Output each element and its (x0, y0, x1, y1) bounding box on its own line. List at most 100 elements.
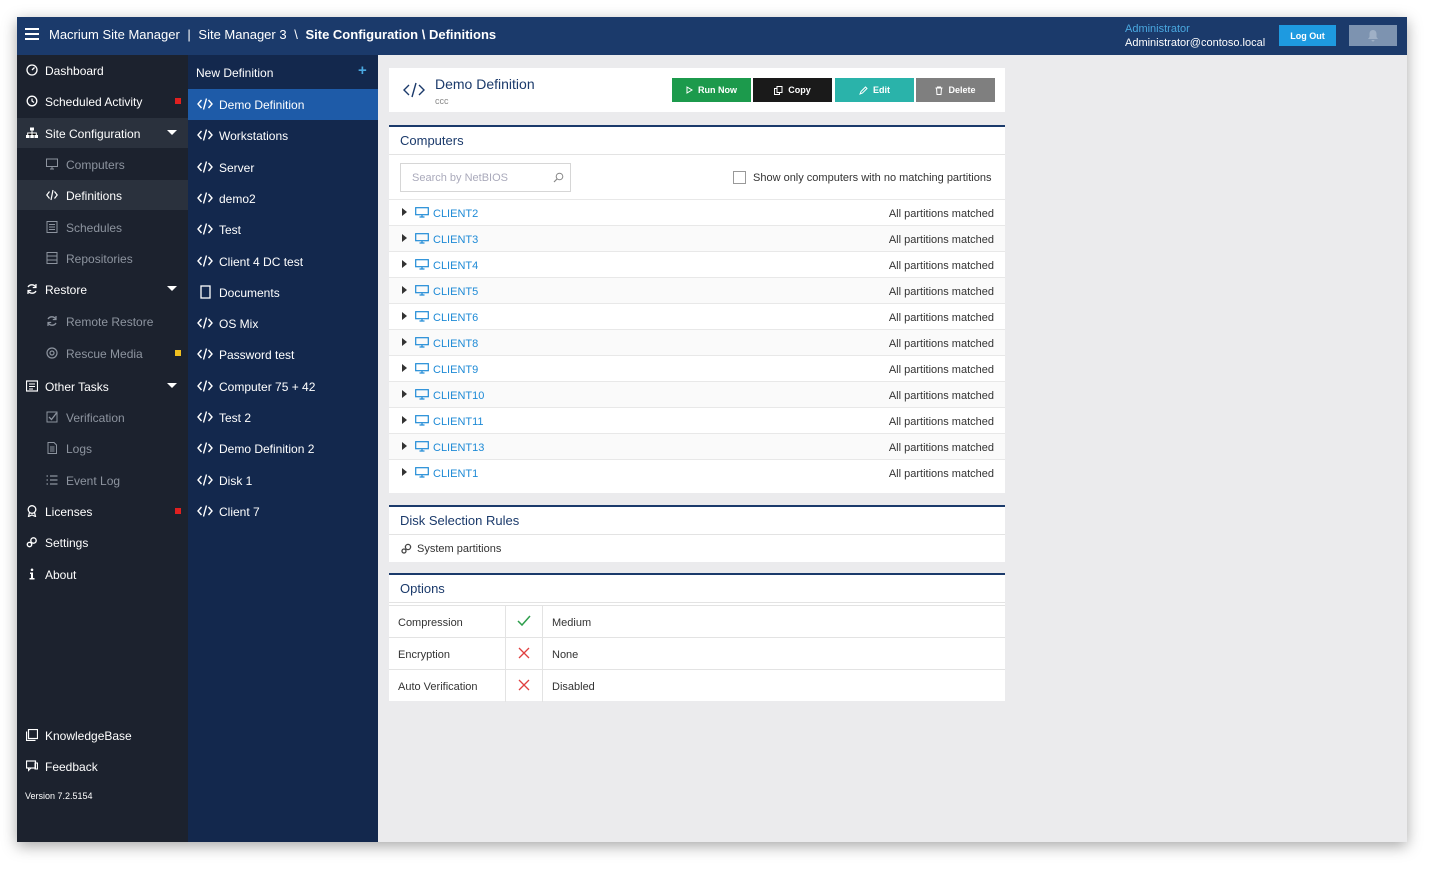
sidebar-item-restore[interactable]: Restore (17, 274, 188, 304)
breadcrumb-site[interactable]: Site Manager 3 (198, 27, 286, 42)
definition-item[interactable]: Demo Definition (188, 89, 378, 120)
sidebar-item-verification[interactable]: Verification (17, 402, 188, 432)
definition-item[interactable]: Client 7 (188, 496, 378, 527)
computer-name-link[interactable]: CLIENT9 (433, 364, 478, 376)
sidebar-item-event-log[interactable]: Event Log (17, 465, 188, 495)
definition-item[interactable]: Documents (188, 277, 378, 308)
definition-item[interactable]: Disk 1 (188, 465, 378, 496)
computer-row[interactable]: CLIENT3 All partitions matched (389, 225, 1005, 251)
definition-item-label: Demo Definition (219, 98, 305, 112)
expand-arrow-icon[interactable] (402, 234, 407, 242)
computer-name-link[interactable]: CLIENT13 (433, 442, 484, 454)
expand-arrow-icon[interactable] (402, 312, 407, 320)
computer-row[interactable]: CLIENT8 All partitions matched (389, 329, 1005, 355)
sidebar-item-schedules[interactable]: Schedules (17, 212, 188, 242)
chevron-down-icon[interactable] (167, 383, 177, 388)
file-icon (46, 442, 58, 454)
options-title: Options (400, 581, 445, 596)
alert-indicator (175, 350, 181, 356)
expand-arrow-icon[interactable] (402, 364, 407, 372)
definition-item[interactable]: Test 2 (188, 402, 378, 433)
no-match-filter-label[interactable]: Show only computers with no matching par… (753, 172, 991, 184)
sidebar-item-licenses[interactable]: Licenses (17, 496, 188, 526)
chevron-down-icon[interactable] (167, 130, 177, 135)
definition-item[interactable]: OS Mix (188, 308, 378, 339)
no-match-filter-checkbox[interactable] (733, 171, 746, 184)
sidebar-item-label: About (45, 568, 77, 582)
definition-item-label: Test 2 (219, 411, 252, 425)
plus-icon[interactable]: + (358, 62, 367, 79)
expand-arrow-icon[interactable] (402, 468, 407, 476)
expand-arrow-icon[interactable] (402, 286, 407, 294)
definition-item[interactable]: Demo Definition 2 (188, 433, 378, 464)
computer-row[interactable]: CLIENT13 All partitions matched (389, 433, 1005, 459)
sidebar-item-knowledgebase[interactable]: KnowledgeBase (17, 720, 188, 750)
run-now-button[interactable]: Run Now (672, 78, 751, 102)
sidebar-item-label: Settings (45, 536, 89, 550)
computer-row[interactable]: CLIENT2 All partitions matched (389, 199, 1005, 225)
definition-item[interactable]: Server (188, 152, 378, 183)
computer-name-link[interactable]: CLIENT2 (433, 208, 478, 220)
sidebar-item-about[interactable]: About (17, 559, 188, 589)
sidebar-item-repositories[interactable]: Repositories (17, 243, 188, 273)
menu-icon[interactable] (25, 28, 39, 40)
new-definition-row[interactable]: New Definition + (188, 55, 378, 87)
sidebar-item-dashboard[interactable]: Dashboard (17, 55, 188, 85)
notifications-button[interactable] (1349, 25, 1397, 46)
computer-name-link[interactable]: CLIENT11 (433, 416, 484, 428)
sidebar-item-scheduled-activity[interactable]: Scheduled Activity (17, 86, 188, 116)
list-lines-icon (46, 474, 58, 486)
sidebar-item-label: Restore (45, 283, 88, 297)
edit-button[interactable]: Edit (835, 78, 914, 102)
computer-row[interactable]: CLIENT4 All partitions matched (389, 251, 1005, 277)
definition-item[interactable]: Workstations (188, 120, 378, 151)
definition-item[interactable]: Computer 75 + 42 (188, 371, 378, 402)
computer-name-link[interactable]: CLIENT3 (433, 234, 478, 246)
computer-name-link[interactable]: CLIENT4 (433, 260, 478, 272)
expand-arrow-icon[interactable] (402, 260, 407, 268)
computer-row[interactable]: CLIENT11 All partitions matched (389, 407, 1005, 433)
top-bar: Macrium Site Manager | Site Manager 3 \ … (17, 17, 1407, 55)
computer-name-link[interactable]: CLIENT1 (433, 468, 478, 480)
computer-name-link[interactable]: CLIENT5 (433, 286, 478, 298)
computer-row[interactable]: CLIENT9 All partitions matched (389, 355, 1005, 381)
definition-item[interactable]: Password test (188, 339, 378, 370)
code-icon (197, 317, 213, 329)
expand-arrow-icon[interactable] (402, 442, 407, 450)
sidebar-item-label: Remote Restore (66, 315, 154, 329)
computer-name-link[interactable]: CLIENT8 (433, 338, 478, 350)
sidebar-item-computers[interactable]: Computers (17, 149, 188, 179)
sidebar-item-site-configuration[interactable]: Site Configuration (17, 118, 188, 148)
definition-item-label: Documents (219, 285, 280, 300)
computer-name-link[interactable]: CLIENT6 (433, 312, 478, 324)
definition-item[interactable]: demo2 (188, 183, 378, 214)
copy-button[interactable]: Copy (753, 78, 832, 102)
definition-item[interactable]: Test (188, 214, 378, 245)
chevron-down-icon[interactable] (167, 286, 177, 291)
expand-arrow-icon[interactable] (402, 416, 407, 424)
computer-name-link[interactable]: CLIENT10 (433, 390, 484, 402)
computer-row[interactable]: CLIENT5 All partitions matched (389, 277, 1005, 303)
computer-row[interactable]: CLIENT1 All partitions matched (389, 459, 1005, 485)
sidebar-item-feedback[interactable]: Feedback (17, 751, 188, 781)
sidebar-item-remote-restore[interactable]: Remote Restore (17, 306, 188, 336)
sidebar-item-definitions[interactable]: Definitions (17, 180, 188, 210)
expand-arrow-icon[interactable] (402, 338, 407, 346)
sidebar: Dashboard Scheduled Activity Site Configur… (17, 55, 188, 842)
computer-row[interactable]: CLIENT6 All partitions matched (389, 303, 1005, 329)
partition-status: All partitions matched (888, 416, 994, 428)
option-row: Compression Medium (389, 605, 1005, 638)
alert-indicator (175, 98, 181, 104)
expand-arrow-icon[interactable] (402, 208, 407, 216)
search-icon[interactable] (553, 172, 564, 183)
sidebar-item-logs[interactable]: Logs (17, 433, 188, 463)
sidebar-item-settings[interactable]: Settings (17, 527, 188, 557)
logout-button[interactable]: Log Out (1279, 25, 1336, 46)
computer-row[interactable]: CLIENT10 All partitions matched (389, 381, 1005, 407)
expand-arrow-icon[interactable] (402, 390, 407, 398)
sidebar-item-other-tasks[interactable]: Other Tasks (17, 371, 188, 401)
delete-button[interactable]: Delete (916, 78, 995, 102)
definition-item[interactable]: Client 4 DC test (188, 246, 378, 277)
search-input[interactable] (401, 164, 551, 191)
sidebar-item-rescue-media[interactable]: Rescue Media (17, 338, 188, 368)
